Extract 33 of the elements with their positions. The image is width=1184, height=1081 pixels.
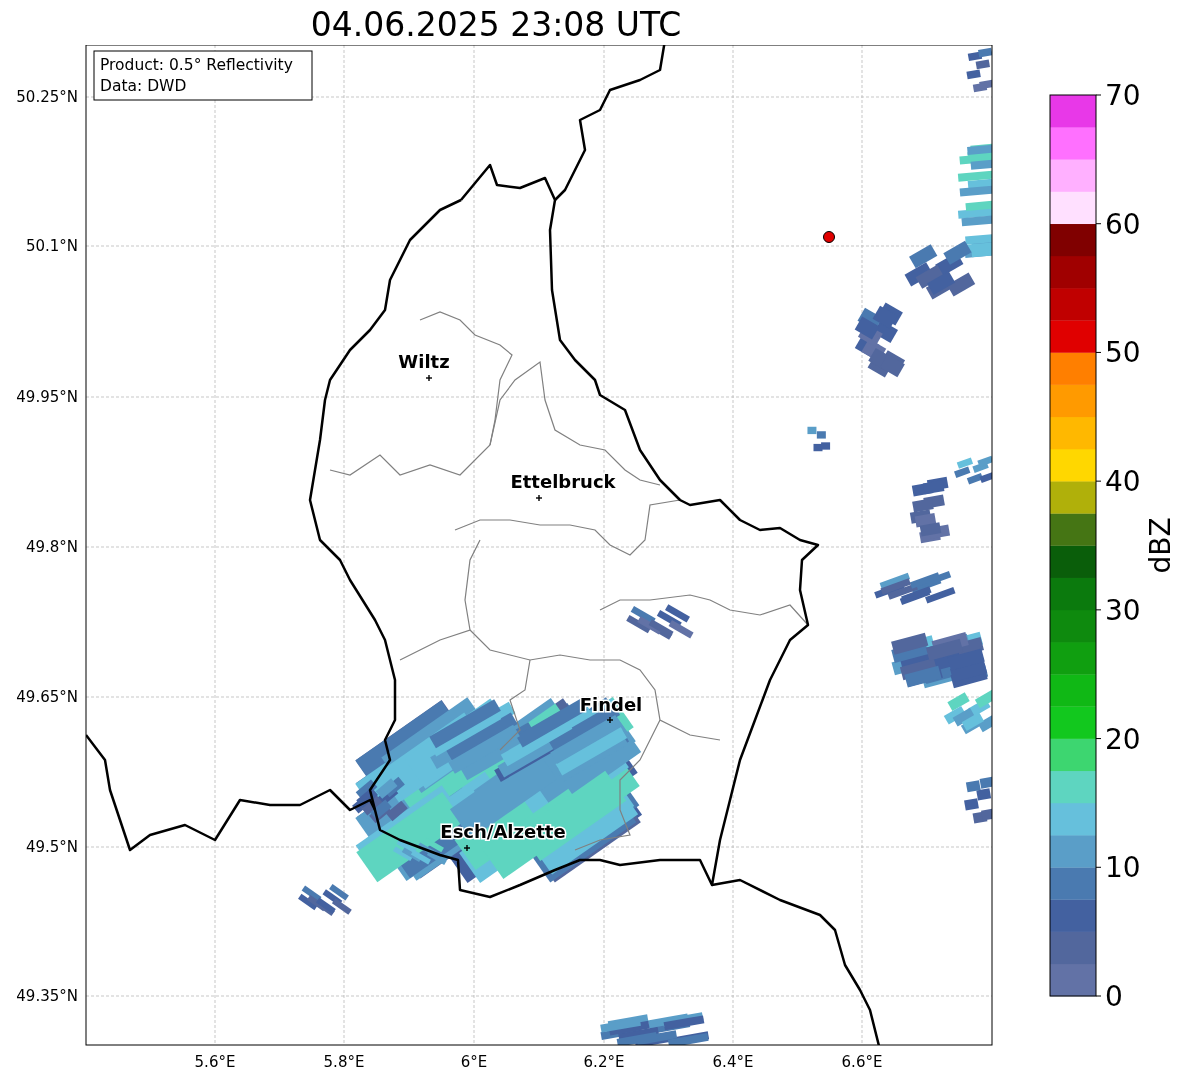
colorbar-tick-label: 70 — [1105, 79, 1141, 112]
colorbar-tick-label: 40 — [1105, 465, 1141, 499]
city-label: Esch/Alzette — [440, 821, 566, 842]
location-dot — [823, 231, 835, 243]
latitude-label: 50.25°N — [16, 88, 78, 106]
latitude-label: 50.1°N — [25, 237, 78, 255]
city-marker-icon — [606, 716, 614, 724]
city-marker-icon — [463, 844, 471, 852]
longitude-label: 6.6°E — [841, 1053, 883, 1071]
longitude-label: 5.8°E — [323, 1053, 365, 1071]
city-label: Wiltz — [398, 351, 450, 372]
city-marker-icon — [425, 374, 433, 382]
longitude-label: 6.4°E — [712, 1053, 754, 1071]
latitude-label: 49.35°N — [16, 987, 78, 1005]
longitude-label: 5.6°E — [194, 1053, 236, 1071]
latitude-label: 49.8°N — [25, 538, 78, 556]
longitude-label: 6.2°E — [583, 1053, 625, 1071]
colorbar-tick-label: 30 — [1105, 593, 1141, 627]
chart-title: 04.06.2025 23:08 UTC — [310, 8, 682, 41]
legend-text: Product: 0.5° Reflectivity — [100, 56, 293, 74]
latitude-label: 49.95°N — [16, 388, 78, 406]
colorbar-tick-label: 20 — [1105, 722, 1141, 756]
legend-text: Data: DWD — [100, 77, 187, 95]
longitude-label: 6°E — [460, 1053, 488, 1071]
colorbar-tick-label: 50 — [1105, 336, 1141, 370]
city-marker-icon — [535, 494, 543, 502]
latitude-label: 49.5°N — [25, 838, 78, 856]
colorbar-tick-label: 10 — [1105, 851, 1141, 885]
colorbar-tick-label: 0 — [1105, 980, 1123, 1013]
city-label: Ettelbruck — [510, 471, 616, 492]
latitude-label: 49.65°N — [16, 688, 78, 706]
colorbar-label: dBZ — [1144, 517, 1177, 574]
colorbar-tick-label: 60 — [1105, 207, 1141, 241]
